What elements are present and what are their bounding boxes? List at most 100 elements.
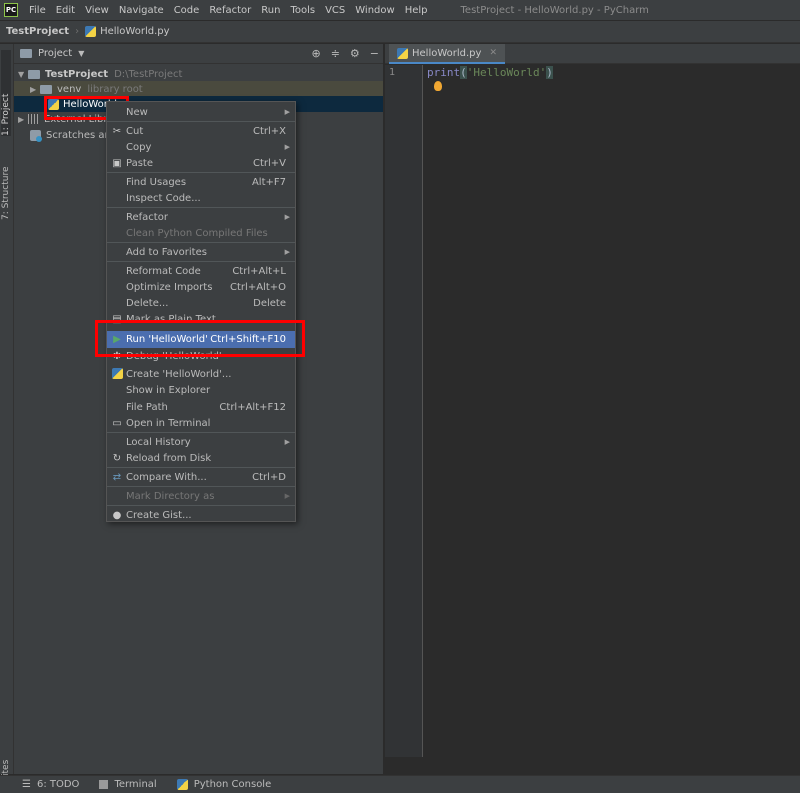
submenu-arrow-icon: ▶ bbox=[284, 492, 290, 500]
menu-item-copy[interactable]: Copy ▶ bbox=[107, 139, 295, 155]
menu-item-create-config[interactable]: Create 'HelloWorld'... bbox=[107, 366, 295, 382]
menu-item-optimize-imports[interactable]: Optimize Imports Ctrl+Alt+O bbox=[107, 279, 295, 295]
locate-file-icon[interactable]: ⊕ bbox=[311, 47, 320, 60]
menu-item-label: New bbox=[126, 106, 148, 118]
reload-icon: ↻ bbox=[112, 452, 122, 464]
dropdown-arrow-icon[interactable]: ▼ bbox=[78, 49, 84, 58]
todo-tool-button[interactable]: ☰ 6: TODO bbox=[22, 779, 79, 790]
menu-item-file-path[interactable]: File Path Ctrl+Alt+F12 bbox=[107, 399, 295, 415]
project-panel-header: Project ▼ ⊕ ≑ ⚙ − bbox=[14, 44, 383, 64]
menu-item-inspect-code[interactable]: Inspect Code... bbox=[107, 190, 295, 206]
menu-item-delete[interactable]: Delete... Delete bbox=[107, 295, 295, 311]
menu-item-shortcut: Alt+F7 bbox=[251, 176, 286, 188]
todo-label: 6: TODO bbox=[36, 779, 80, 790]
collapsed-arrow-icon[interactable]: ▶ bbox=[30, 85, 40, 94]
paste-icon: ▣ bbox=[112, 157, 122, 169]
menu-view[interactable]: View bbox=[80, 5, 114, 16]
menu-separator bbox=[107, 261, 295, 262]
submenu-arrow-icon: ▶ bbox=[284, 143, 290, 151]
menu-bar: PC File Edit View Navigate Code Refactor… bbox=[0, 0, 800, 21]
hide-panel-icon[interactable]: − bbox=[370, 47, 379, 60]
terminal-icon bbox=[99, 780, 109, 789]
compare-icon: ⇄ bbox=[112, 471, 122, 483]
menu-item-shortcut: Ctrl+D bbox=[252, 471, 286, 483]
menu-item-label: Clean Python Compiled Files bbox=[126, 227, 268, 239]
menu-tools[interactable]: Tools bbox=[285, 5, 320, 16]
folder-icon bbox=[40, 84, 52, 94]
menu-run[interactable]: Run bbox=[256, 5, 285, 16]
menu-item-local-history[interactable]: Local History ▶ bbox=[107, 434, 295, 450]
python-file-icon bbox=[85, 26, 97, 37]
menu-item-compare-with[interactable]: ⇄ Compare With... Ctrl+D bbox=[107, 469, 295, 485]
python-console-icon bbox=[176, 779, 188, 790]
code-close-paren: ) bbox=[546, 66, 553, 79]
tree-node-venv[interactable]: ▶ venv library root bbox=[14, 81, 383, 97]
context-menu: New ▶ ✂ Cut Ctrl+X Copy ▶ ▣ Paste Ctrl+V Find … bbox=[106, 101, 296, 522]
code-line[interactable]: print('HelloWorld') bbox=[427, 66, 553, 79]
expanded-arrow-icon[interactable]: ▼ bbox=[18, 70, 28, 79]
tree-node-scratches[interactable]: Scratches and bbox=[30, 127, 117, 143]
menu-item-show-in-explorer[interactable]: Show in Explorer bbox=[107, 382, 295, 398]
menu-window[interactable]: Window bbox=[350, 5, 399, 16]
python-console-tool-button[interactable]: Python Console bbox=[176, 779, 272, 790]
menu-item-find-usages[interactable]: Find Usages Alt+F7 bbox=[107, 174, 295, 190]
todo-list-icon: ☰ bbox=[22, 779, 31, 790]
menu-refactor[interactable]: Refactor bbox=[204, 5, 256, 16]
menu-item-label: Show in Explorer bbox=[126, 384, 211, 396]
structure-tool-button[interactable]: 7: Structure bbox=[1, 156, 11, 221]
collapsed-arrow-icon[interactable]: ▶ bbox=[18, 115, 28, 124]
run-highlight-box bbox=[95, 320, 305, 357]
menu-item-label: Open in Terminal bbox=[126, 417, 211, 429]
terminal-tool-button[interactable]: Terminal bbox=[99, 779, 157, 790]
menu-item-new[interactable]: New ▶ bbox=[107, 104, 295, 120]
github-icon: ● bbox=[112, 509, 122, 521]
breadcrumb-file[interactable]: HelloWorld.py bbox=[100, 26, 169, 37]
menu-file[interactable]: File bbox=[24, 5, 51, 16]
menu-item-clean-compiled: Clean Python Compiled Files bbox=[107, 225, 295, 241]
submenu-arrow-icon: ▶ bbox=[284, 248, 290, 256]
menu-item-label: Local History bbox=[126, 436, 191, 448]
menu-item-shortcut: Delete bbox=[253, 297, 286, 309]
menu-item-add-to-favorites[interactable]: Add to Favorites ▶ bbox=[107, 244, 295, 260]
menu-item-label: Create 'HelloWorld'... bbox=[126, 368, 232, 380]
tab-helloworld[interactable]: HelloWorld.py ✕ bbox=[389, 44, 505, 64]
menu-item-paste[interactable]: ▣ Paste Ctrl+V bbox=[107, 155, 295, 171]
menu-item-label: Delete... bbox=[126, 297, 169, 309]
menu-item-label: Create Gist... bbox=[126, 509, 192, 521]
project-view-icon bbox=[20, 49, 32, 58]
editor-gutter: 1 bbox=[385, 65, 423, 757]
menu-navigate[interactable]: Navigate bbox=[114, 5, 169, 16]
menu-edit[interactable]: Edit bbox=[51, 5, 80, 16]
close-tab-icon[interactable]: ✕ bbox=[489, 48, 497, 58]
menu-item-refactor[interactable]: Refactor ▶ bbox=[107, 209, 295, 225]
menu-item-shortcut: Ctrl+X bbox=[252, 125, 286, 137]
menu-item-open-in-terminal[interactable]: ▭ Open in Terminal bbox=[107, 415, 295, 431]
settings-gear-icon[interactable]: ⚙ bbox=[350, 47, 360, 60]
menu-item-reformat-code[interactable]: Reformat Code Ctrl+Alt+L bbox=[107, 263, 295, 279]
code-function-name: print bbox=[427, 66, 461, 79]
menu-item-create-gist[interactable]: ● Create Gist... bbox=[107, 507, 295, 523]
panel-toolbar: ⊕ ≑ ⚙ − bbox=[311, 47, 379, 60]
menu-item-cut[interactable]: ✂ Cut Ctrl+X bbox=[107, 123, 295, 139]
project-view-selector[interactable]: Project bbox=[38, 48, 72, 59]
scratches-icon bbox=[30, 129, 42, 142]
menu-code[interactable]: Code bbox=[169, 5, 205, 16]
submenu-arrow-icon: ▶ bbox=[284, 213, 290, 221]
project-tool-button[interactable]: 1: Project bbox=[1, 50, 11, 136]
tree-node-root[interactable]: ▼ TestProject D:\TestProject bbox=[18, 66, 182, 82]
menu-help[interactable]: Help bbox=[400, 5, 433, 16]
bottom-tool-bar: ☰ 6: TODO Terminal Python Console bbox=[0, 775, 800, 793]
python-console-label: Python Console bbox=[193, 779, 272, 790]
menu-item-reload-from-disk[interactable]: ↻ Reload from Disk bbox=[107, 450, 295, 466]
submenu-arrow-icon: ▶ bbox=[284, 438, 290, 446]
menu-item-label: Inspect Code... bbox=[126, 192, 201, 204]
lightbulb-icon[interactable] bbox=[434, 81, 442, 91]
collapse-all-icon[interactable]: ≑ bbox=[331, 47, 340, 60]
breadcrumb-project[interactable]: TestProject bbox=[6, 26, 69, 37]
menu-vcs[interactable]: VCS bbox=[320, 5, 350, 16]
submenu-arrow-icon: ▶ bbox=[284, 108, 290, 116]
menu-item-label: Mark Directory as bbox=[126, 490, 215, 502]
menu-separator bbox=[107, 207, 295, 208]
menu-item-mark-directory-as: Mark Directory as ▶ bbox=[107, 488, 295, 504]
pycharm-logo-icon: PC bbox=[4, 3, 18, 17]
